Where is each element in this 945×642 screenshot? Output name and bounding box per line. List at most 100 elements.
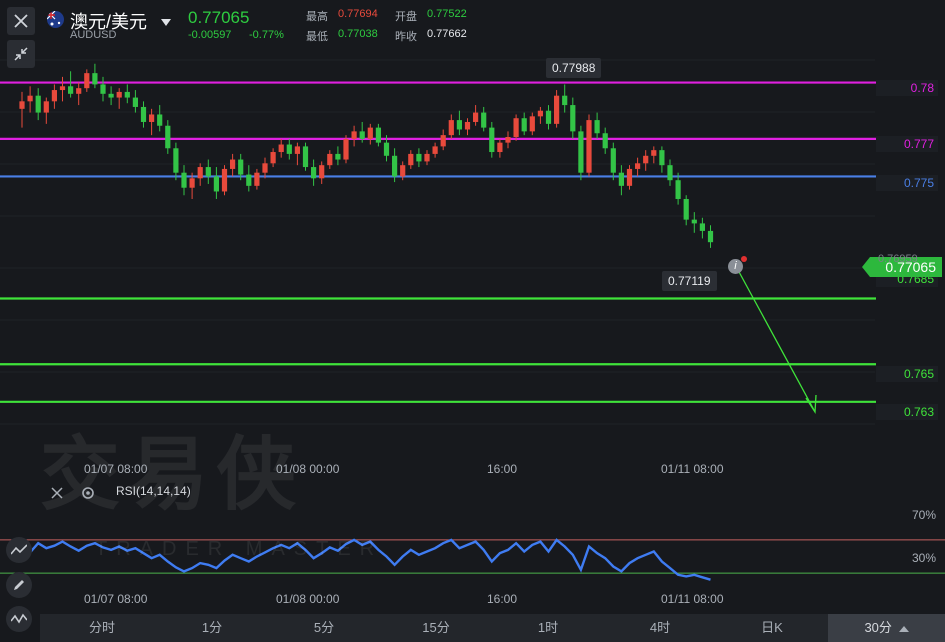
dropdown-icon[interactable] (161, 14, 171, 32)
candle-body (537, 110, 543, 117)
timeframe-30m-label: 30分 (864, 620, 892, 635)
timeframe-4h[interactable]: 4时 (620, 614, 700, 642)
candle-body (602, 133, 608, 149)
candle-body (359, 131, 365, 139)
level-label-078: 0.78 (876, 80, 938, 96)
timeframe-1m[interactable]: 1分 (172, 614, 252, 642)
alert-dot (741, 256, 747, 262)
candle-body (124, 91, 130, 98)
candle-body (27, 95, 33, 102)
open-label: 开盘 (395, 11, 417, 23)
rsi-x-axis-label-2: 01/08 00:00 (276, 592, 340, 606)
rsi-lower-label: 30% (912, 551, 937, 565)
candle-body (594, 120, 600, 134)
timeframe-tick[interactable]: 分时 (62, 614, 142, 642)
watermark-subtitle: TRADER MASTER (95, 538, 384, 560)
settings-icon[interactable] (80, 485, 96, 506)
low-value: 0.77038 (338, 28, 378, 40)
candle-body (76, 88, 82, 94)
candle-body (618, 172, 624, 186)
flag-icon (47, 11, 64, 28)
pencil-icon (14, 580, 24, 590)
draw-tool-button[interactable] (6, 606, 32, 632)
candle-body (213, 176, 219, 192)
timeframe-1h[interactable]: 1时 (508, 614, 588, 642)
candle-body (173, 148, 179, 173)
candle-body (448, 120, 454, 136)
draw-tool-icon (11, 544, 27, 555)
prev-close-value: 0.77662 (427, 28, 467, 40)
price-change: -0.00597 (188, 29, 232, 41)
candle-body (570, 105, 576, 132)
candle-body (92, 73, 98, 85)
candle-body (416, 153, 422, 162)
candle-body (100, 84, 106, 94)
candle-body (440, 135, 446, 147)
candle-body (108, 93, 114, 98)
level-label-0765: 0.765 (876, 366, 938, 382)
timeframe-daily[interactable]: 日K (732, 614, 812, 642)
candle-body (181, 172, 187, 188)
candle-body (230, 159, 236, 169)
info-icon[interactable]: i (728, 259, 743, 274)
level-label-0777: 0.777 (876, 136, 938, 152)
collapse-button[interactable] (7, 40, 35, 68)
candle-body (675, 180, 681, 199)
timeframe-5m[interactable]: 5分 (284, 614, 364, 642)
candle-body (424, 153, 430, 162)
candle-body (19, 101, 25, 109)
timeframe-15m[interactable]: 15分 (396, 614, 476, 642)
candle-body (367, 127, 373, 139)
candle-body (699, 223, 705, 231)
candle-body (84, 73, 90, 89)
candle-body (205, 167, 211, 177)
candle-body (311, 167, 317, 179)
candle-body (197, 167, 203, 179)
candle-body (43, 101, 49, 113)
axis-price-label: 0.76959 (878, 253, 918, 265)
candle-body (513, 118, 519, 138)
candle-body (335, 153, 341, 160)
candle-body (254, 172, 260, 186)
timeframe-30m[interactable]: 30分 (828, 614, 945, 642)
candle-body (246, 174, 252, 186)
pencil-button[interactable] (6, 572, 32, 598)
candle-body (691, 219, 697, 224)
rsi-upper-label: 70% (912, 508, 937, 522)
x-axis-label-1: 01/07 08:00 (84, 462, 148, 476)
close-indicator-icon[interactable] (50, 486, 64, 505)
indicator-tool-button[interactable] (6, 537, 32, 563)
open-value: 0.77522 (427, 8, 467, 20)
high-value: 0.77694 (338, 8, 378, 20)
candle-body (707, 230, 714, 243)
close-button[interactable] (7, 7, 35, 35)
symbol-code: AUDUSD (70, 29, 117, 41)
candle-body (667, 165, 673, 181)
candle-body (59, 86, 66, 91)
last-price: 0.77065 (188, 8, 250, 27)
candle-body (343, 138, 349, 160)
chevron-up-icon (898, 626, 909, 632)
candle-body (165, 125, 171, 149)
candle-body (400, 165, 406, 177)
candle-body (351, 131, 357, 139)
candle-body (375, 127, 381, 143)
price-change-percent: -0.77% (249, 29, 284, 41)
candle-body (149, 114, 155, 122)
watermark-logo: 交易侠 (40, 430, 304, 519)
candle-body (132, 97, 138, 107)
candle-body (578, 131, 584, 173)
level-label-0763: 0.763 (876, 404, 938, 420)
candle-body (586, 120, 592, 173)
prev-close-label: 昨收 (395, 31, 417, 43)
candle-body (529, 116, 535, 132)
candle-body (51, 90, 57, 102)
candle-body (643, 155, 649, 164)
level-label-0775: 0.775 (876, 175, 938, 191)
candle-body (626, 168, 633, 186)
candle-body (140, 106, 147, 122)
candle-body (562, 95, 568, 106)
wave-icon (11, 613, 27, 624)
candle-body (221, 168, 228, 192)
high-callout: 0.77988 (546, 58, 602, 78)
